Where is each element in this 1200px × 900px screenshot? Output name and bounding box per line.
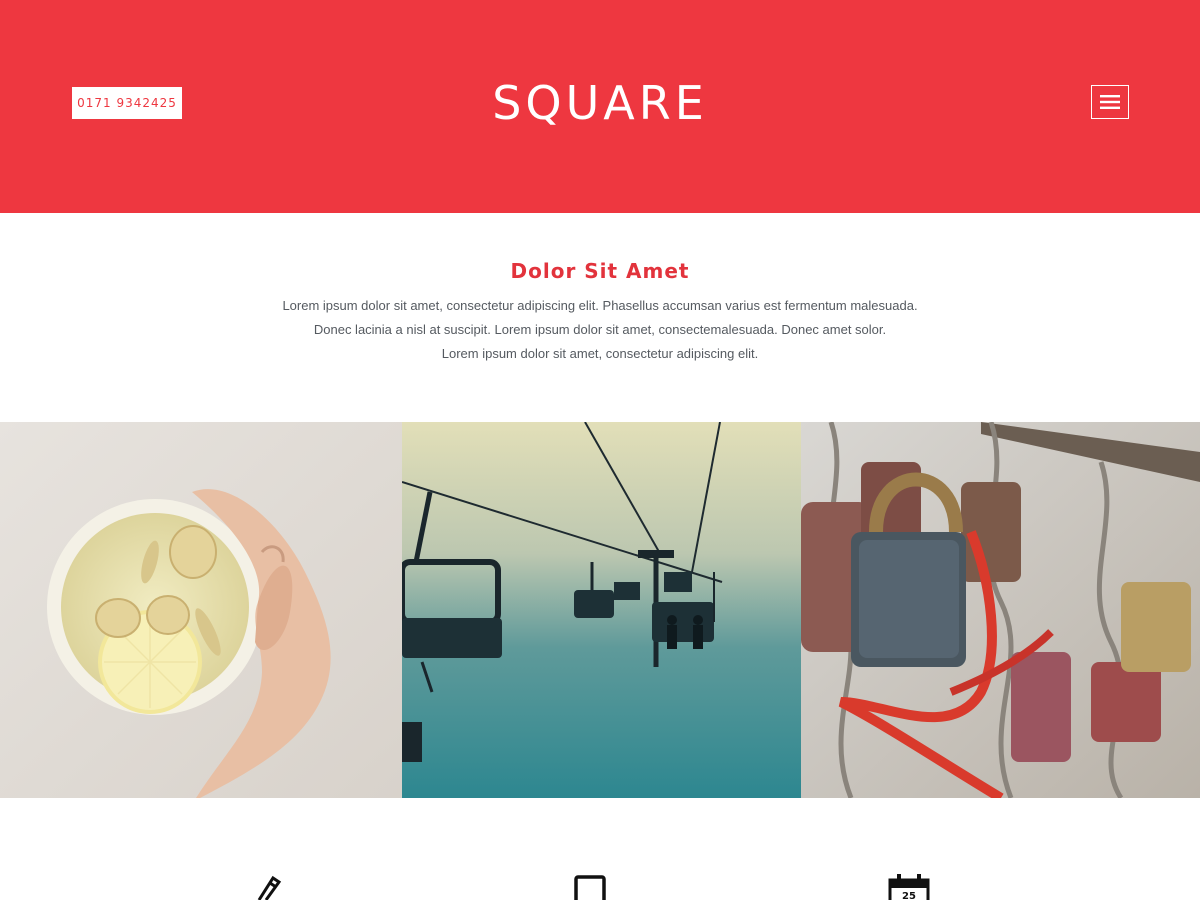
site-header: 0171 9342425 SQUARE (0, 0, 1200, 213)
intro-section: Dolor Sit Amet Lorem ipsum dolor sit ame… (0, 213, 1200, 422)
features-section: 25 (0, 798, 1200, 900)
pencil-icon (257, 875, 282, 900)
site-logo[interactable]: SQUARE (0, 74, 1200, 132)
photo-gallery (0, 422, 1200, 798)
gallery-image-tea[interactable] (0, 422, 402, 798)
tablet-icon (574, 875, 606, 900)
calendar-day-label: 25 (902, 891, 916, 900)
calendar-icon: 25 (888, 874, 930, 900)
intro-text-line: Lorem ipsum dolor sit amet, consectetur … (282, 298, 918, 313)
gallery-image-padlocks[interactable] (801, 422, 1200, 798)
menu-button[interactable] (1091, 85, 1129, 119)
gallery-image-chairlift[interactable] (402, 422, 801, 798)
section-heading: Dolor Sit Amet (510, 259, 690, 283)
intro-text-line: Donec lacinia a nisl at suscipit. Lorem … (313, 322, 887, 337)
hamburger-menu-icon (1100, 95, 1120, 109)
intro-text-line: Lorem ipsum dolor sit amet, consectetur … (441, 346, 759, 361)
